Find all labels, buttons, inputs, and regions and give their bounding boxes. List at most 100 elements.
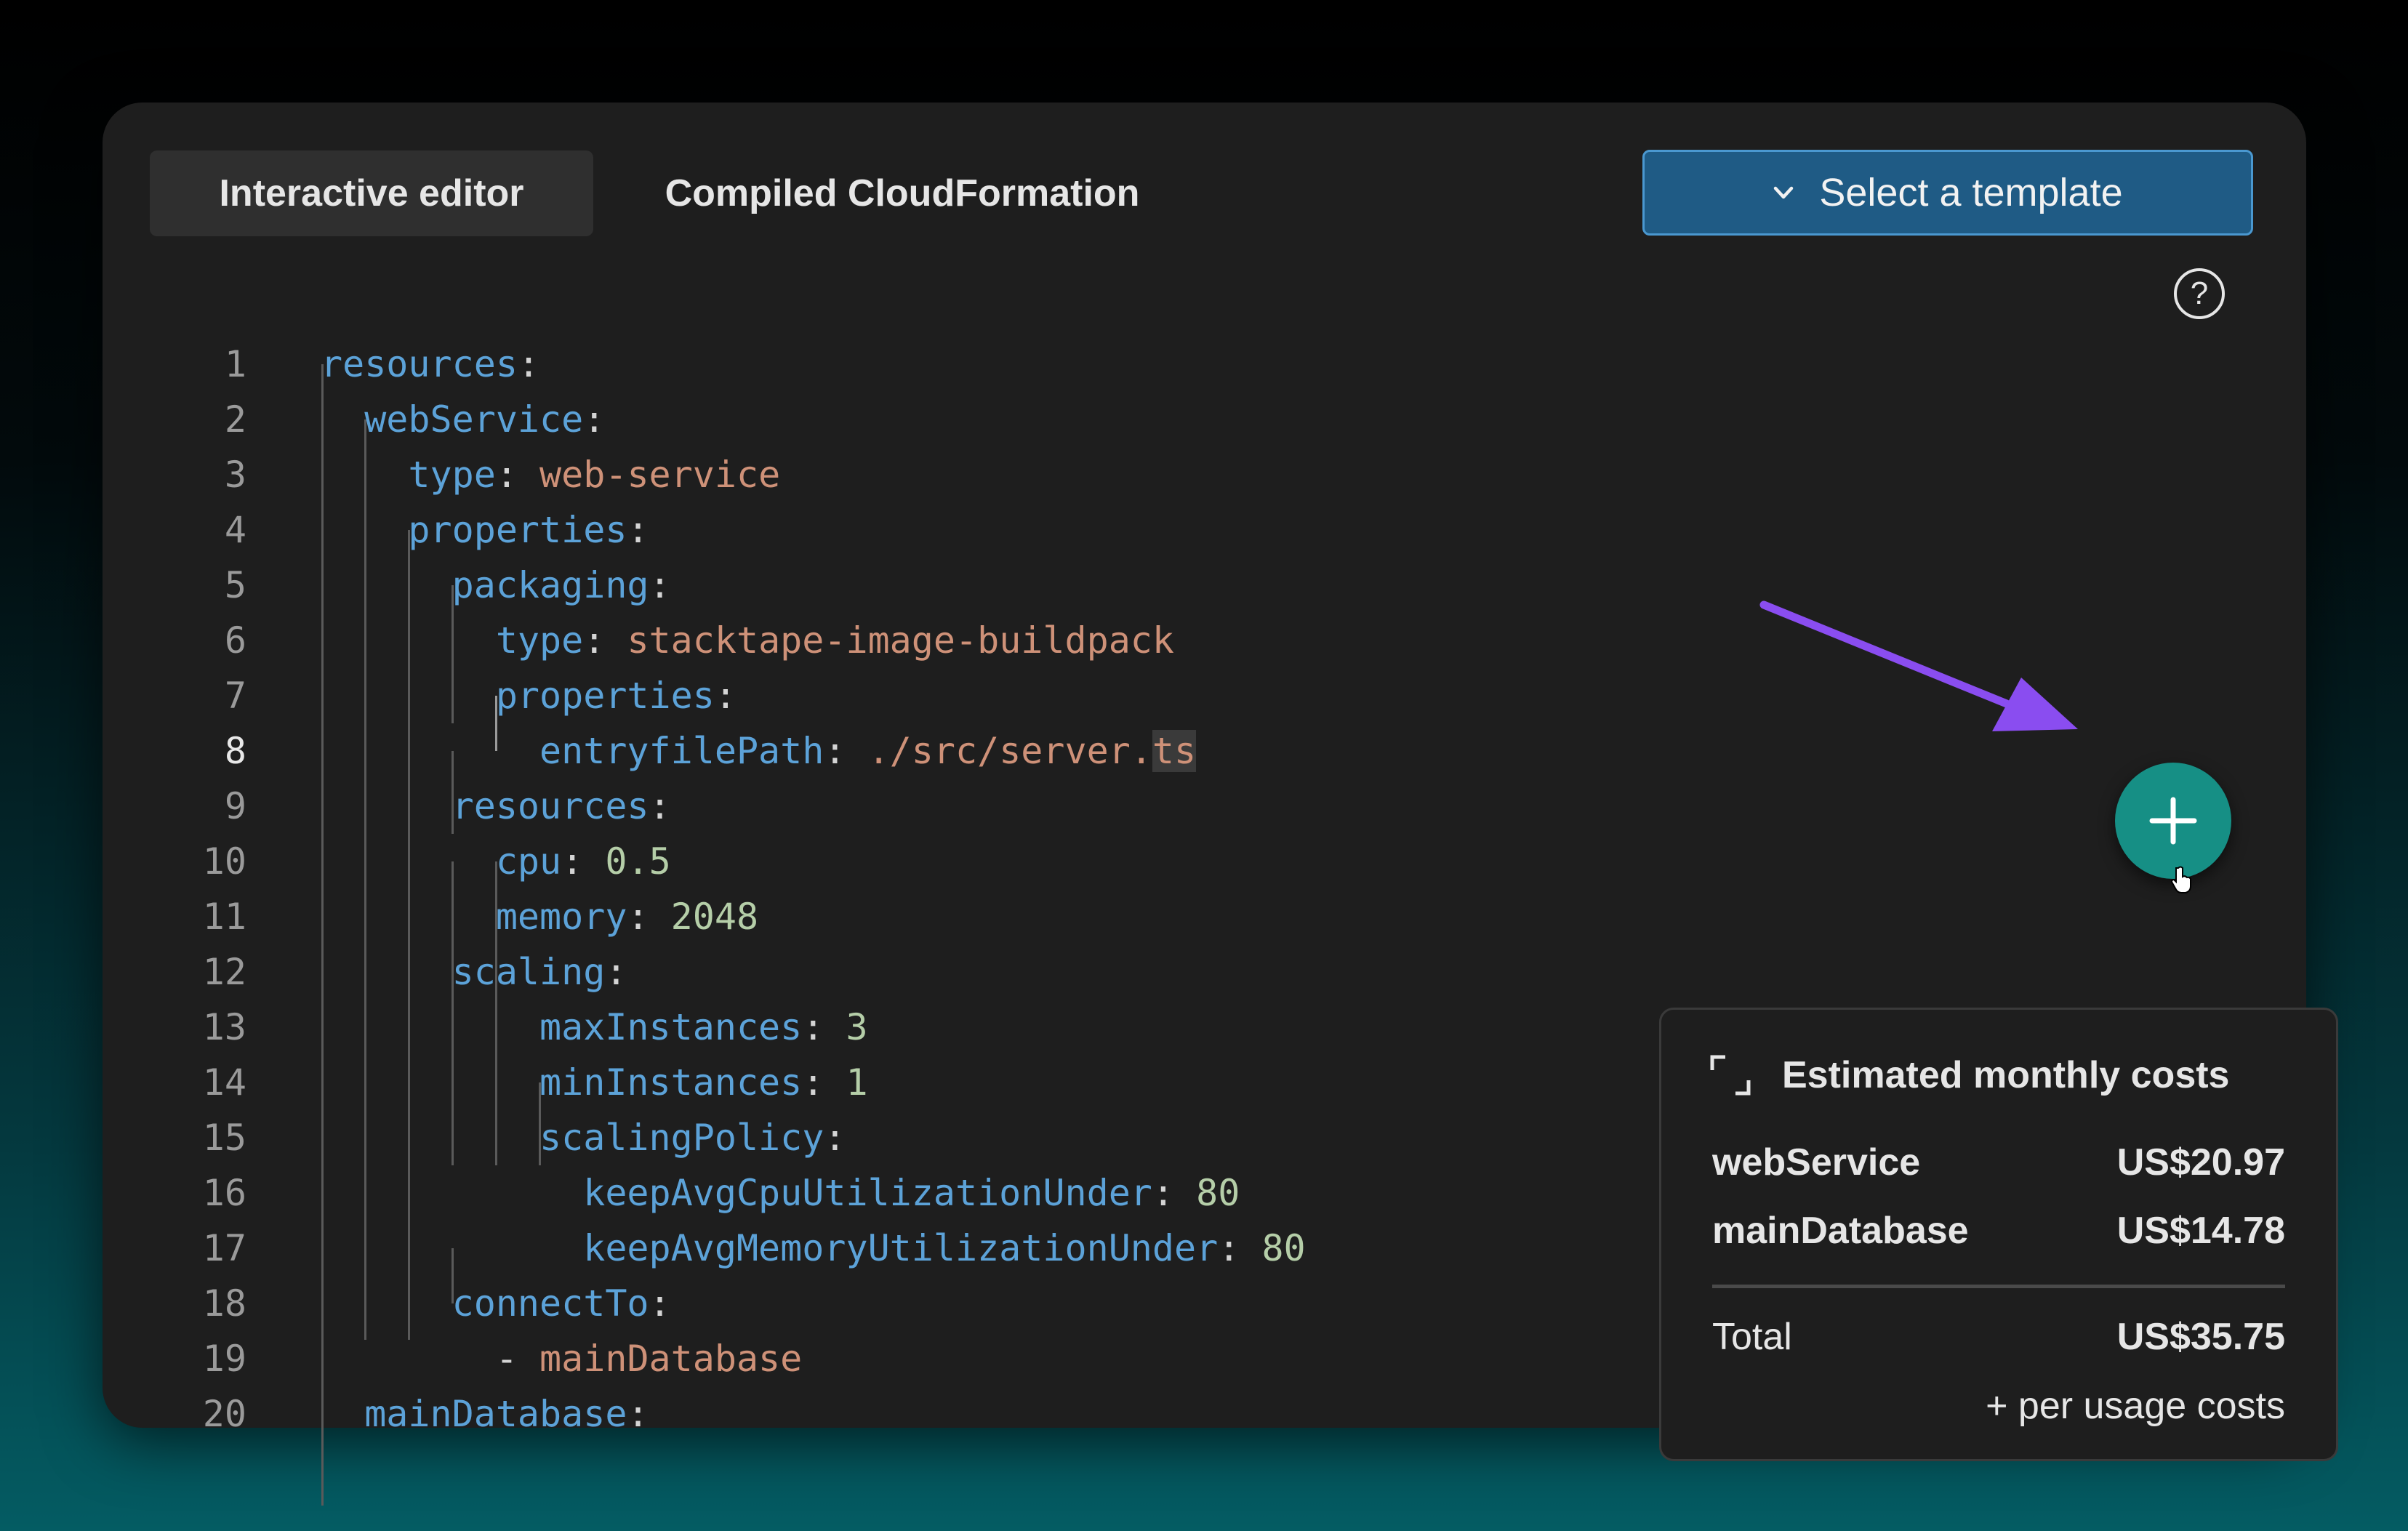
code-line[interactable]: 2 webService: xyxy=(103,392,1557,447)
line-number: 6 xyxy=(224,619,246,662)
code-token: resources xyxy=(321,343,518,385)
tab-interactive-editor[interactable]: Interactive editor xyxy=(150,150,593,236)
code-line[interactable]: 4 properties: xyxy=(103,502,1557,558)
code-token: : xyxy=(649,1282,671,1325)
code-line[interactable]: 16 keepAvgCpuUtilizationUnder: 80 xyxy=(103,1165,1557,1221)
line-number: 11 xyxy=(202,896,246,938)
code-line[interactable]: 13 maxInstances: 3 xyxy=(103,1000,1557,1055)
code-line[interactable]: 1 resources: xyxy=(103,337,1557,392)
code-text: memory: 2048 xyxy=(321,889,758,944)
line-number: 10 xyxy=(202,840,246,883)
code-token: type xyxy=(321,619,584,662)
code-text: resources: xyxy=(321,779,671,834)
add-resource-button[interactable] xyxy=(2115,763,2231,879)
code-token: : xyxy=(649,564,671,606)
cost-divider xyxy=(1712,1285,2285,1288)
cost-row-webservice: webService US$20.97 xyxy=(1712,1141,2285,1184)
line-number: 16 xyxy=(202,1172,246,1214)
code-text: webService: xyxy=(321,392,605,447)
code-token: scalingPolicy xyxy=(321,1117,824,1159)
cost-row-total: Total US$35.75 xyxy=(1712,1315,2285,1359)
line-number: 14 xyxy=(202,1061,246,1104)
code-line[interactable]: 6 type: stacktape-image-buildpack xyxy=(103,613,1557,668)
line-number: 18 xyxy=(202,1282,246,1325)
code-line[interactable]: 5 packaging: xyxy=(103,558,1557,613)
code-token: type xyxy=(321,454,496,496)
cost-item-name: webService xyxy=(1712,1141,1921,1184)
code-token: : xyxy=(802,1006,846,1048)
code-token: : xyxy=(561,840,606,883)
cost-title: Estimated monthly costs xyxy=(1782,1054,2230,1096)
cost-row-maindatabase: mainDatabase US$14.78 xyxy=(1712,1209,2285,1253)
code-token: properties xyxy=(321,675,715,717)
code-line[interactable]: 3 type: web-service xyxy=(103,447,1557,502)
code-text: packaging: xyxy=(321,558,671,613)
code-token: 1 xyxy=(846,1061,868,1104)
code-token: maxInstances xyxy=(321,1006,803,1048)
code-line[interactable]: 14 minInstances: 1 xyxy=(103,1055,1557,1110)
code-token: resources xyxy=(321,785,649,827)
code-token: minInstances xyxy=(321,1061,803,1104)
code-token: : xyxy=(1152,1172,1197,1214)
code-line[interactable]: 8 entryfilePath: ./src/server.ts xyxy=(103,723,1557,779)
code-token: webService xyxy=(321,398,584,441)
code-editor[interactable]: 1 resources: 2 webService: 3 type: web-serv… xyxy=(103,337,1557,1506)
code-text: type: web-service xyxy=(321,447,780,502)
line-number: 2 xyxy=(224,398,246,441)
question-circle-icon[interactable]: ? xyxy=(2174,268,2225,319)
code-text: properties: xyxy=(321,502,649,558)
code-token: cpu xyxy=(321,840,562,883)
line-number: 3 xyxy=(224,454,246,496)
code-line[interactable]: 7 properties: xyxy=(103,668,1557,723)
line-number: 4 xyxy=(224,509,246,551)
code-text: entryfilePath: ./src/server.ts xyxy=(321,723,1197,779)
line-number: 13 xyxy=(202,1006,246,1048)
code-token: : xyxy=(824,730,868,772)
code-token: entryfilePath xyxy=(321,730,824,772)
hand-pointer-icon xyxy=(2171,866,2191,893)
cost-item-value: US$20.97 xyxy=(2116,1141,2285,1184)
line-number: 19 xyxy=(202,1338,246,1380)
code-text: keepAvgCpuUtilizationUnder: 80 xyxy=(321,1165,1240,1221)
code-token: mainDatabase xyxy=(539,1338,803,1380)
code-text: cpu: 0.5 xyxy=(321,834,671,889)
code-line[interactable]: 11 memory: 2048 xyxy=(103,889,1557,944)
plus-icon xyxy=(2149,797,2197,845)
expand-icon[interactable] xyxy=(1709,1054,1751,1096)
code-token: : xyxy=(583,398,606,441)
code-text: type: stacktape-image-buildpack xyxy=(321,613,1174,668)
code-token: 80 xyxy=(1196,1172,1240,1214)
code-token: 0.5 xyxy=(605,840,671,883)
line-number: 12 xyxy=(202,951,246,993)
code-token: scaling xyxy=(321,951,606,993)
code-text: connectTo: xyxy=(321,1276,671,1331)
code-line[interactable]: 15 scalingPolicy: xyxy=(103,1110,1557,1165)
code-line[interactable]: 12 scaling: xyxy=(103,944,1557,1000)
code-token: - xyxy=(321,1338,540,1380)
select-template-button[interactable]: Select a template xyxy=(1642,150,2253,236)
code-line[interactable]: 10 cpu: 0.5 xyxy=(103,834,1557,889)
code-token: : xyxy=(802,1061,846,1104)
code-token: ./src/server. xyxy=(867,730,1152,772)
code-text: keepAvgMemoryUtilizationUnder: 80 xyxy=(321,1221,1305,1276)
code-text: resources: xyxy=(321,337,539,392)
select-template-label: Select a template xyxy=(1819,171,2123,214)
code-token: mainDatabase xyxy=(321,1393,627,1435)
code-text: scaling: xyxy=(321,944,627,1000)
code-line[interactable]: 17 keepAvgMemoryUtilizationUnder: 80 xyxy=(103,1221,1557,1276)
code-token: 3 xyxy=(846,1006,868,1048)
code-token: memory xyxy=(321,896,627,938)
chevron-down-icon xyxy=(1774,186,1794,199)
code-text: minInstances: 1 xyxy=(321,1055,868,1110)
code-line[interactable]: 18 connectTo: xyxy=(103,1276,1557,1331)
code-line[interactable]: 20 mainDatabase: xyxy=(103,1386,1557,1442)
cost-item-value: US$14.78 xyxy=(2116,1210,2285,1252)
code-line[interactable]: 9 resources: xyxy=(103,779,1557,834)
tab-compiled-cloudformation[interactable]: Compiled CloudFormation xyxy=(619,150,1186,236)
cost-header: Estimated monthly costs xyxy=(1709,1053,2229,1097)
code-token: keepAvgMemoryUtilizationUnder xyxy=(321,1227,1219,1269)
code-token: stacktape-image-buildpack xyxy=(627,619,1175,662)
code-line[interactable]: 19 - mainDatabase xyxy=(103,1331,1557,1386)
arrow-icon xyxy=(1759,600,2078,731)
code-token: : xyxy=(583,619,627,662)
